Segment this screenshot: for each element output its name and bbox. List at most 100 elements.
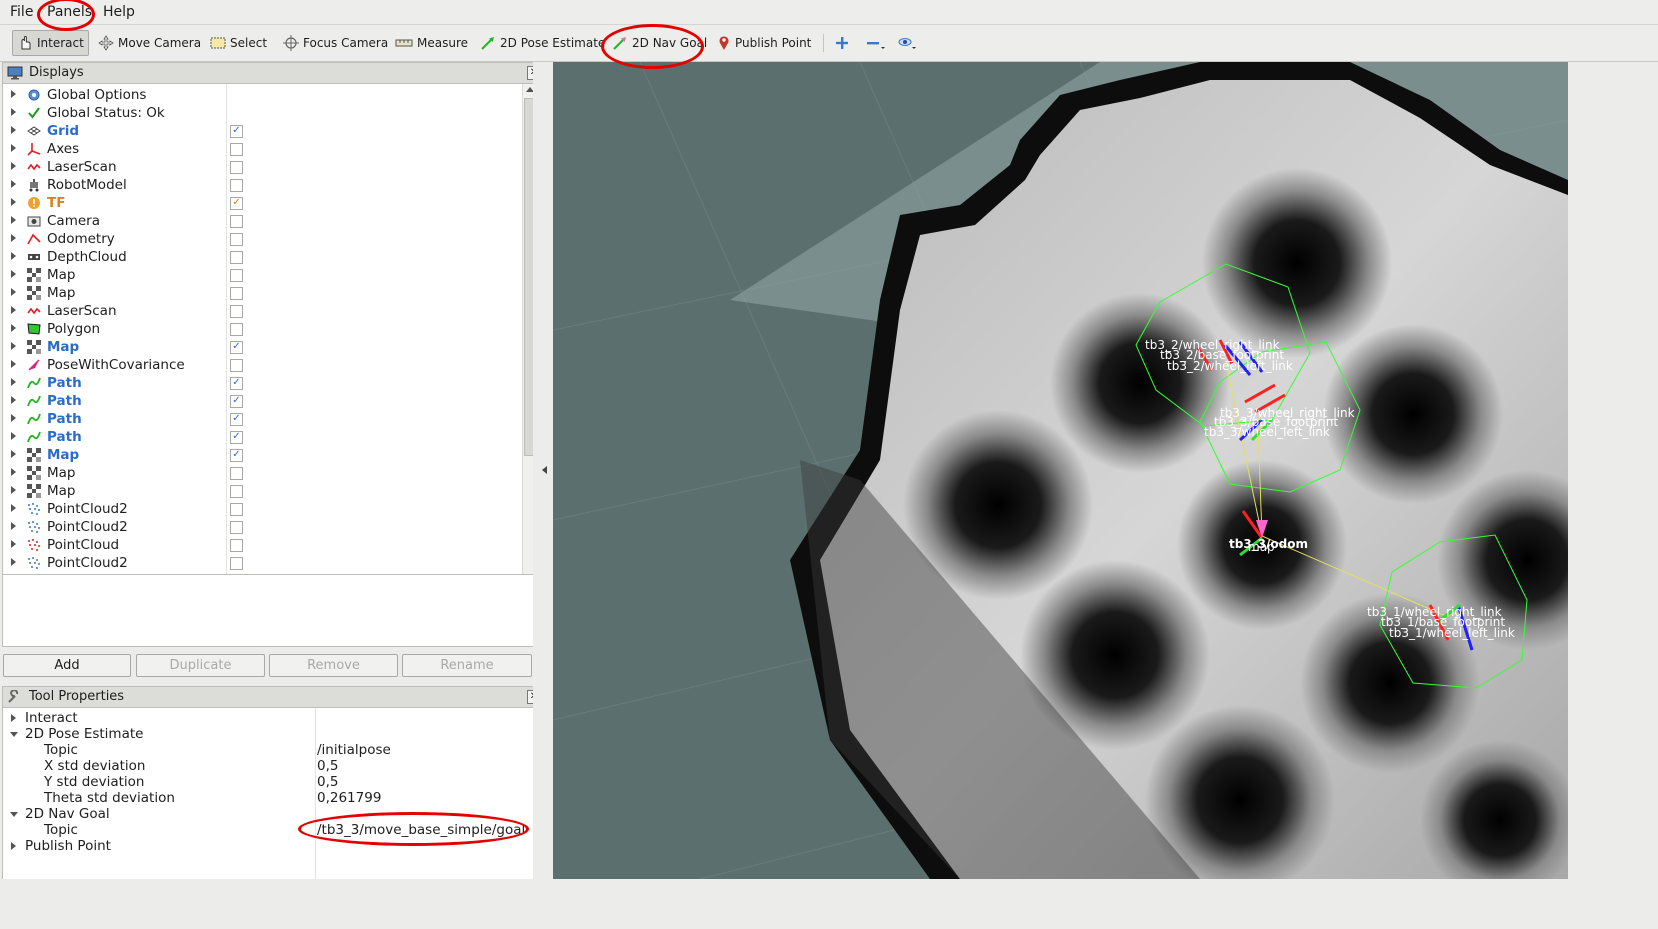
expand-arrow-icon[interactable] bbox=[11, 108, 16, 116]
display-item[interactable]: Map bbox=[3, 482, 535, 500]
display-item[interactable]: Path ✓ bbox=[3, 374, 535, 392]
display-item[interactable]: PoseWithCovariance bbox=[3, 356, 535, 374]
prop-value[interactable]: 0,5 bbox=[317, 774, 338, 790]
expand-arrow-icon[interactable] bbox=[11, 144, 16, 152]
prop-row-interact[interactable]: Interact bbox=[3, 710, 533, 726]
enabled-checkbox[interactable] bbox=[230, 503, 243, 516]
prop-value[interactable]: 0,5 bbox=[317, 758, 338, 774]
display-item[interactable]: PointCloud2 bbox=[3, 500, 535, 518]
collapse-left-icon[interactable] bbox=[542, 466, 547, 474]
pose-estimate-tool-button[interactable]: 2D Pose Estimate bbox=[480, 32, 605, 54]
enabled-checkbox[interactable]: ✓ bbox=[230, 413, 243, 426]
move-camera-tool-button[interactable]: Move Camera bbox=[98, 32, 201, 54]
display-item[interactable]: Global Options bbox=[3, 86, 535, 104]
display-item[interactable]: LaserScan bbox=[3, 302, 535, 320]
enabled-checkbox[interactable] bbox=[230, 359, 243, 372]
enabled-checkbox[interactable] bbox=[230, 485, 243, 498]
measure-tool-button[interactable]: Measure bbox=[395, 32, 468, 54]
expand-arrow-icon[interactable] bbox=[11, 288, 16, 296]
expand-arrow-icon[interactable] bbox=[11, 180, 16, 188]
expand-arrow-icon[interactable] bbox=[11, 90, 16, 98]
panel-splitter[interactable] bbox=[533, 62, 553, 879]
display-item[interactable]: Path ✓ bbox=[3, 392, 535, 410]
expand-arrow-icon[interactable] bbox=[11, 450, 16, 458]
enabled-checkbox[interactable] bbox=[230, 467, 243, 480]
display-item[interactable]: Path ✓ bbox=[3, 428, 535, 446]
display-item[interactable]: Global Status: Ok bbox=[3, 104, 535, 122]
expand-arrow-icon[interactable] bbox=[11, 558, 16, 566]
expand-arrow-icon[interactable] bbox=[11, 198, 16, 206]
expand-arrow-icon[interactable] bbox=[11, 306, 16, 314]
enabled-checkbox[interactable]: ✓ bbox=[230, 449, 243, 462]
expand-arrow-icon[interactable] bbox=[11, 396, 16, 404]
display-item[interactable]: LaserScan bbox=[3, 158, 535, 176]
rename-button[interactable]: Rename bbox=[402, 654, 532, 677]
tool-properties-tree[interactable]: Interact 2D Pose Estimate Topic /initial… bbox=[2, 707, 534, 881]
expand-arrow-icon[interactable] bbox=[11, 842, 16, 850]
interact-tool-button[interactable]: Interact bbox=[12, 30, 89, 56]
displays-tree[interactable]: Global Options Global Status: Ok Grid ✓ Axes… bbox=[2, 83, 536, 599]
display-item[interactable]: Map bbox=[3, 464, 535, 482]
enabled-checkbox[interactable] bbox=[230, 269, 243, 282]
expand-arrow-icon[interactable] bbox=[11, 252, 16, 260]
enabled-checkbox[interactable]: ✓ bbox=[230, 341, 243, 354]
expand-arrow-icon[interactable] bbox=[11, 234, 16, 242]
display-item[interactable]: Map bbox=[3, 266, 535, 284]
enabled-checkbox[interactable] bbox=[230, 251, 243, 264]
enabled-checkbox[interactable]: ✓ bbox=[230, 431, 243, 444]
expand-arrow-icon[interactable] bbox=[11, 714, 16, 722]
view-options-button[interactable] bbox=[897, 32, 919, 54]
expand-arrow-icon[interactable] bbox=[11, 342, 16, 350]
remove-tool-button[interactable] bbox=[866, 32, 888, 54]
display-item[interactable]: PointCloud2 bbox=[3, 518, 535, 536]
prop-row-theta-std[interactable]: Theta std deviation 0,261799 bbox=[3, 790, 533, 806]
enabled-checkbox[interactable] bbox=[230, 161, 243, 174]
prop-value[interactable]: 0,261799 bbox=[317, 790, 381, 806]
enabled-checkbox[interactable] bbox=[230, 557, 243, 570]
prop-row-y-std[interactable]: Y std deviation 0,5 bbox=[3, 774, 533, 790]
expand-arrow-icon[interactable] bbox=[11, 360, 16, 368]
expand-arrow-icon[interactable] bbox=[11, 414, 16, 422]
enabled-checkbox[interactable] bbox=[230, 233, 243, 246]
display-item[interactable]: RobotModel bbox=[3, 176, 535, 194]
display-item[interactable]: Map ✓ bbox=[3, 338, 535, 356]
expand-arrow-icon[interactable] bbox=[11, 432, 16, 440]
enabled-checkbox[interactable]: ✓ bbox=[230, 197, 243, 210]
display-item[interactable]: Path ✓ bbox=[3, 410, 535, 428]
focus-camera-tool-button[interactable]: Focus Camera bbox=[283, 32, 388, 54]
display-item[interactable]: Camera bbox=[3, 212, 535, 230]
expand-arrow-icon[interactable] bbox=[11, 540, 16, 548]
add-button[interactable]: Add bbox=[3, 654, 131, 677]
expand-arrow-icon[interactable] bbox=[11, 126, 16, 134]
display-item[interactable]: DepthCloud bbox=[3, 248, 535, 266]
prop-row-pose-estimate[interactable]: 2D Pose Estimate bbox=[3, 726, 533, 742]
enabled-checkbox[interactable] bbox=[230, 143, 243, 156]
expand-arrow-icon[interactable] bbox=[11, 378, 16, 386]
expand-arrow-icon[interactable] bbox=[11, 504, 16, 512]
remove-button[interactable]: Remove bbox=[269, 654, 398, 677]
display-item[interactable]: Map ✓ bbox=[3, 446, 535, 464]
expand-arrow-icon[interactable] bbox=[11, 270, 16, 278]
publish-point-tool-button[interactable]: Publish Point bbox=[717, 32, 811, 54]
expand-arrow-icon[interactable] bbox=[11, 468, 16, 476]
collapse-arrow-icon[interactable] bbox=[10, 732, 18, 737]
enabled-checkbox[interactable] bbox=[230, 521, 243, 534]
display-item[interactable]: Map bbox=[3, 284, 535, 302]
enabled-checkbox[interactable]: ✓ bbox=[230, 125, 243, 138]
expand-arrow-icon[interactable] bbox=[11, 486, 16, 494]
expand-arrow-icon[interactable] bbox=[11, 324, 16, 332]
display-item[interactable]: Grid ✓ bbox=[3, 122, 535, 140]
enabled-checkbox[interactable] bbox=[230, 287, 243, 300]
menu-file[interactable]: File bbox=[10, 4, 33, 20]
expand-arrow-icon[interactable] bbox=[11, 162, 16, 170]
3d-viewport[interactable]: tb3_2/wheel_right_link tb3_2/base_footpr… bbox=[553, 62, 1568, 879]
enabled-checkbox[interactable] bbox=[230, 215, 243, 228]
expand-arrow-icon[interactable] bbox=[11, 216, 16, 224]
display-item[interactable]: Odometry bbox=[3, 230, 535, 248]
prop-value[interactable]: /initialpose bbox=[317, 742, 391, 758]
enabled-checkbox[interactable] bbox=[230, 323, 243, 336]
add-tool-button[interactable] bbox=[834, 32, 850, 54]
menu-help[interactable]: Help bbox=[103, 4, 135, 20]
enabled-checkbox[interactable] bbox=[230, 179, 243, 192]
enabled-checkbox[interactable]: ✓ bbox=[230, 395, 243, 408]
